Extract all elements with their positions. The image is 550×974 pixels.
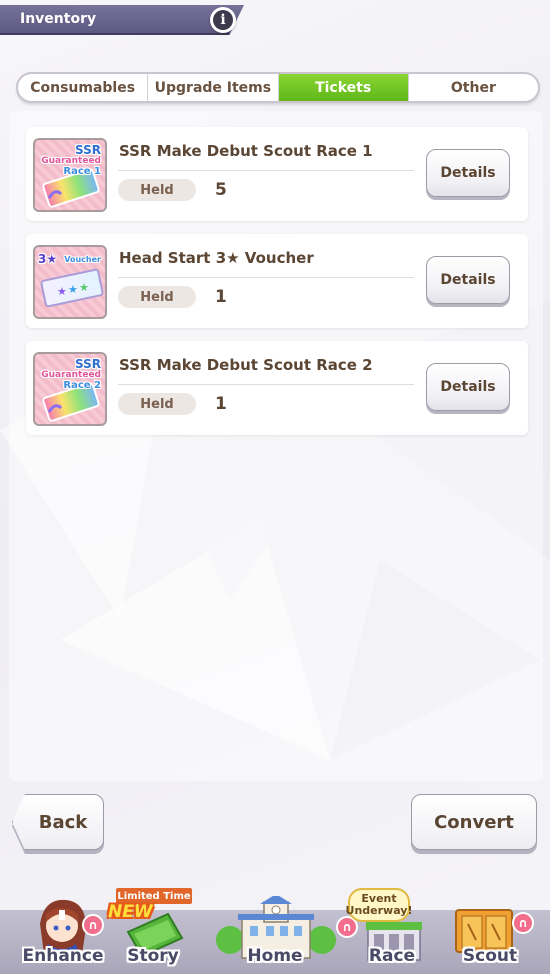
convert-button[interactable]: Convert [411, 794, 537, 850]
details-button[interactable]: Details [426, 256, 510, 304]
held-count: 5 [215, 180, 227, 200]
voucher-ticket-icon: ★ ★ ★ 3★ Voucher [33, 245, 107, 319]
svg-text:★: ★ [68, 283, 78, 296]
svg-text:★: ★ [57, 285, 67, 298]
horseshoe-icon: ∩ [512, 912, 534, 934]
list-item: ★ ★ ★ 3★ Voucher Head Start 3★ Voucher H… [26, 234, 528, 328]
ssr-ticket-icon: SSR Guaranteed Race 2 [33, 352, 107, 426]
held-count: 1 [215, 287, 227, 307]
divider [118, 277, 414, 278]
new-badge: NEW [108, 902, 153, 922]
divider [118, 384, 414, 385]
held-count: 1 [215, 394, 227, 414]
info-icon: i [213, 10, 233, 30]
ssr-ticket-icon: SSR Guaranteed Race 1 [33, 138, 107, 212]
nav-enhance[interactable]: ∩ Enhance [16, 894, 110, 974]
tab-tickets[interactable]: Tickets [278, 74, 409, 101]
category-tabs: Consumables Upgrade Items Tickets Other [16, 72, 540, 103]
nav-scout-label: Scout [462, 946, 518, 966]
nav-race-label: Race [368, 946, 416, 966]
tab-upgrade-items[interactable]: Upgrade Items [148, 74, 279, 101]
nav-story-label: Story [127, 946, 179, 966]
bottom-navigation: ∩ Enhance Limited Time NEW Story Home Ev… [0, 880, 550, 974]
event-underway-badge: Event Underway! [346, 888, 413, 922]
nav-home-label: Home [247, 946, 303, 966]
list-item: SSR Guaranteed Race 2 SSR Make Debut Sco… [26, 341, 528, 435]
list-item: SSR Guaranteed Race 1 SSR Make Debut Sco… [26, 127, 528, 221]
held-label: Held [118, 286, 196, 308]
nav-race[interactable]: Event Underway! ∩ Race [336, 888, 438, 974]
held-label: Held [118, 393, 196, 415]
nav-home[interactable]: Home [200, 894, 350, 974]
details-button[interactable]: Details [426, 363, 510, 411]
horseshoe-icon: ∩ [82, 914, 104, 936]
svg-text:★: ★ [79, 281, 89, 294]
tab-consumables[interactable]: Consumables [18, 74, 149, 101]
nav-scout[interactable]: ∩ Scout [440, 894, 540, 974]
info-button[interactable]: i [210, 7, 236, 33]
page-title: Inventory [20, 11, 97, 27]
nav-story[interactable]: Limited Time NEW Story [108, 888, 196, 974]
tab-other[interactable]: Other [409, 74, 538, 101]
item-name: SSR Make Debut Scout Race 2 [119, 356, 373, 374]
item-name: Head Start 3★ Voucher [119, 249, 314, 267]
nav-enhance-label: Enhance [22, 946, 104, 966]
divider [118, 170, 414, 171]
back-button[interactable]: Back [12, 794, 104, 850]
item-name: SSR Make Debut Scout Race 1 [119, 142, 373, 160]
held-label: Held [118, 179, 196, 201]
details-button[interactable]: Details [426, 149, 510, 197]
